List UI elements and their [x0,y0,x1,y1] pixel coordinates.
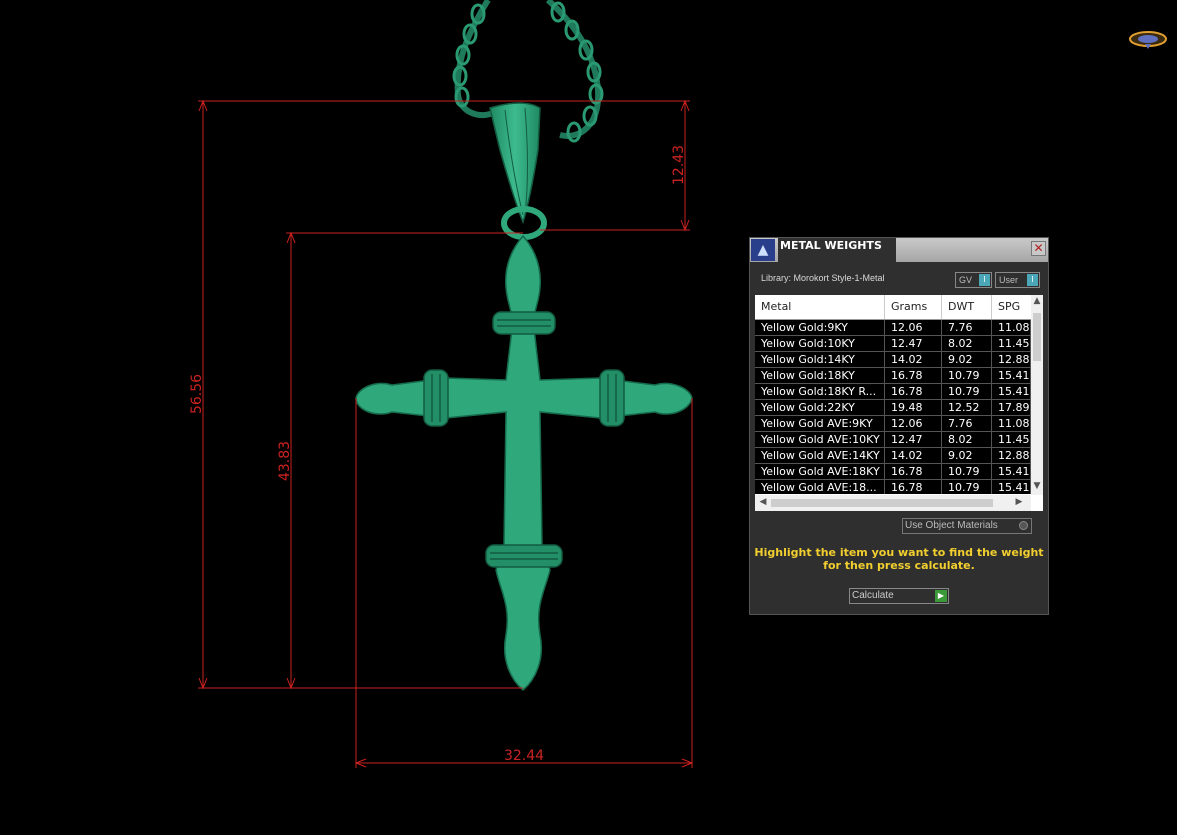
calculate-label: Calculate [852,590,894,601]
cell-spg: 15.41 [992,480,1031,494]
cell-dwt: 9.02 [942,448,992,464]
cell-dwt: 7.76 [942,416,992,432]
scroll-down-icon[interactable]: ▼ [1031,481,1043,491]
cell-grams: 16.78 [885,464,942,480]
table-row[interactable]: Yellow Gold AVE:14KY 14.02 9.02 12.88 [755,448,1031,464]
scroll-thumb[interactable] [1033,313,1041,361]
cell-spg: 15.41 [992,384,1031,400]
cell-grams: 12.47 [885,336,942,352]
cell-grams: 16.78 [885,384,942,400]
table-row[interactable]: Yellow Gold:14KY 14.02 9.02 12.88 [755,352,1031,368]
cell-metal: Yellow Gold AVE:10KY [755,432,885,448]
calculate-button[interactable]: Calculate ▶ [849,588,949,604]
cell-dwt: 10.79 [942,480,992,494]
cell-metal: Yellow Gold:22KY [755,400,885,416]
table-row[interactable]: Yellow Gold AVE:18... 16.78 10.79 15.41 [755,480,1031,494]
vertical-scrollbar[interactable]: ▲ ▼ [1031,295,1043,495]
table-body: Yellow Gold:9KY 12.06 7.76 11.08 Yellow Gold… [755,320,1031,494]
column-header-dwt[interactable]: DWT [942,295,992,319]
cell-dwt: 10.79 [942,384,992,400]
cell-spg: 15.41 [992,464,1031,480]
cell-grams: 12.47 [885,432,942,448]
cell-spg: 15.41 [992,368,1031,384]
table-row[interactable]: Yellow Gold:18KY R... 16.78 10.79 15.41 [755,384,1031,400]
cell-metal: Yellow Gold AVE:14KY [755,448,885,464]
metal-weights-panel: ▲ METAL WEIGHTS ✕ Library: Morokort Styl… [749,237,1049,615]
close-icon[interactable]: ✕ [1031,241,1046,256]
dropdown-icon: I [979,274,990,286]
table-row[interactable]: Yellow Gold AVE:9KY 12.06 7.76 11.08 [755,416,1031,432]
dimension-bail-height: 12.43 [671,145,687,185]
cell-metal: Yellow Gold:18KY [755,368,885,384]
app-logo-icon [1129,31,1167,49]
table-row[interactable]: Yellow Gold:18KY 16.78 10.79 15.41 [755,368,1031,384]
table-row[interactable]: Yellow Gold AVE:18KY 16.78 10.79 15.41 [755,464,1031,480]
instruction-line1: Highlight the item you want to find the … [754,546,1044,559]
user-dropdown[interactable]: User I [995,272,1040,288]
column-header-spg[interactable]: SPG [992,295,1031,319]
instruction-text: Highlight the item you want to find the … [750,546,1048,572]
cell-metal: Yellow Gold:14KY [755,352,885,368]
cross-pendant [355,234,693,691]
cell-spg: 12.88 [992,352,1031,368]
table-header: Metal Grams DWT SPG [755,295,1031,320]
cell-spg: 11.08 [992,320,1031,336]
table-row[interactable]: Yellow Gold:10KY 12.47 8.02 11.45 [755,336,1031,352]
scroll-thumb[interactable] [771,499,993,507]
use-object-materials-toggle[interactable]: Use Object Materials [902,518,1032,534]
panel-titlebar[interactable]: ▲ METAL WEIGHTS ✕ [750,238,1048,262]
cell-spg: 17.89 [992,400,1031,416]
cell-grams: 12.06 [885,320,942,336]
scroll-right-icon[interactable]: ▶ [1013,497,1025,507]
bail [489,102,547,240]
cell-metal: Yellow Gold AVE:9KY [755,416,885,432]
cell-dwt: 7.76 [942,320,992,336]
cell-dwt: 10.79 [942,464,992,480]
cell-spg: 12.88 [992,448,1031,464]
cell-dwt: 9.02 [942,352,992,368]
horizontal-scrollbar[interactable]: ◀ ▶ [755,495,1031,511]
cell-grams: 12.06 [885,416,942,432]
cell-dwt: 12.52 [942,400,992,416]
cell-grams: 14.02 [885,352,942,368]
cell-metal: Yellow Gold:9KY [755,320,885,336]
metal-table[interactable]: Metal Grams DWT SPG Yellow Gold:9KY 12.06… [755,295,1043,511]
column-header-metal[interactable]: Metal [755,295,885,319]
cell-grams: 16.78 [885,368,942,384]
table-row[interactable]: Yellow Gold:22KY 19.48 12.52 17.89 [755,400,1031,416]
cell-metal: Yellow Gold AVE:18KY [755,464,885,480]
dimension-lines [198,99,694,768]
table-row[interactable]: Yellow Gold:9KY 12.06 7.76 11.08 [755,320,1031,336]
table-row[interactable]: Yellow Gold AVE:10KY 12.47 8.02 11.45 [755,432,1031,448]
cell-grams: 14.02 [885,448,942,464]
gv-label: GV [959,275,973,285]
panel-title: METAL WEIGHTS [778,238,896,262]
use-object-materials-label: Use Object Materials [905,520,998,531]
play-icon: ▶ [935,590,947,602]
cell-metal: Yellow Gold:18KY R... [755,384,885,400]
scroll-up-icon[interactable]: ▲ [1031,296,1043,306]
cell-metal: Yellow Gold:10KY [755,336,885,352]
radio-icon [1019,521,1028,530]
column-header-grams[interactable]: Grams [885,295,942,319]
user-label: User [999,275,1019,285]
cell-dwt: 10.79 [942,368,992,384]
cell-dwt: 8.02 [942,432,992,448]
dimension-cross-height: 43.83 [277,441,293,481]
cell-spg: 11.45 [992,336,1031,352]
cell-grams: 19.48 [885,400,942,416]
dimension-cross-width: 32.44 [504,748,544,764]
cell-spg: 11.08 [992,416,1031,432]
cell-dwt: 8.02 [942,336,992,352]
app-logo-icon: ▲ [751,239,775,261]
cell-metal: Yellow Gold AVE:18... [755,480,885,494]
cell-spg: 11.45 [992,432,1031,448]
cell-grams: 16.78 [885,480,942,494]
scroll-left-icon[interactable]: ◀ [757,497,769,507]
dimension-overall-height: 56.56 [189,374,205,414]
gv-dropdown[interactable]: GV I [955,272,992,288]
dropdown-icon: I [1027,274,1038,286]
library-label: Library: Morokort Style-1-Metal [761,273,885,283]
instruction-line2: for then press calculate. [823,559,975,572]
